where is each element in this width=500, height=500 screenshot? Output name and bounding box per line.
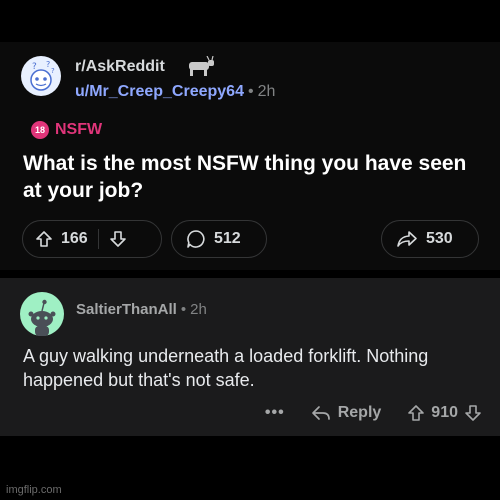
post-title[interactable]: What is the most NSFW thing you have see… <box>23 150 483 204</box>
upvote-arrow-icon[interactable] <box>35 230 53 248</box>
nsfw-tag: 18 NSFW <box>31 121 102 139</box>
comment-meta: SaltierThanAll • 2h <box>76 301 207 318</box>
comment-actions: ••• Reply 910 <box>265 404 482 422</box>
comment-bubble-icon <box>186 229 206 249</box>
comment-downvote-icon[interactable] <box>464 404 482 422</box>
post-meta: u/Mr_Creep_Creepy64 • 2h <box>75 83 275 101</box>
nsfw-18-icon: 18 <box>31 121 49 139</box>
comment-author[interactable]: SaltierThanAll <box>76 301 177 318</box>
vote-bar: 166 <box>22 220 162 258</box>
svg-text:?: ? <box>46 60 50 69</box>
reply-button[interactable]: Reply <box>311 404 382 422</box>
svg-text:?: ? <box>51 67 55 75</box>
upvote-count: 166 <box>61 230 88 247</box>
imgflip-watermark: imgflip.com <box>6 484 62 496</box>
comment-vote-count: 910 <box>431 404 458 421</box>
post-author[interactable]: u/Mr_Creep_Creepy64 <box>75 83 244 100</box>
share-button[interactable]: 530 <box>381 220 479 258</box>
comment-card: SaltierThanAll • 2h A guy walking undernea… <box>0 278 500 436</box>
more-options-icon[interactable]: ••• <box>265 404 285 422</box>
reply-label: Reply <box>337 404 382 421</box>
share-arrow-icon <box>396 230 418 248</box>
reply-arrow-icon <box>311 405 331 421</box>
comment-time: 2h <box>190 301 207 318</box>
svg-text:?: ? <box>32 62 37 72</box>
vote-divider <box>97 229 99 249</box>
post-card: ? ? ? r/AskReddit u/Mr_Creep_Creepy64 • 2h… <box>0 42 500 270</box>
subreddit-emblem-icon <box>184 56 216 78</box>
comment-vote-bar: 910 <box>407 404 482 422</box>
comment-upvote-icon[interactable] <box>407 404 425 422</box>
comments-button[interactable]: 512 <box>171 220 267 258</box>
comment-count: 512 <box>214 230 241 247</box>
snoo-avatar-icon[interactable] <box>20 292 64 336</box>
downvote-arrow-icon[interactable] <box>109 230 127 248</box>
subreddit-avatar-icon[interactable]: ? ? ? <box>21 56 61 96</box>
comment-separator: • <box>180 301 187 318</box>
nsfw-label: NSFW <box>55 121 103 138</box>
meta-separator: • <box>247 83 254 100</box>
subreddit-name[interactable]: r/AskReddit <box>75 58 165 76</box>
post-time: 2h <box>257 83 276 100</box>
share-count: 530 <box>426 230 453 247</box>
comment-body: A guy walking underneath a loaded forkli… <box>23 346 429 390</box>
